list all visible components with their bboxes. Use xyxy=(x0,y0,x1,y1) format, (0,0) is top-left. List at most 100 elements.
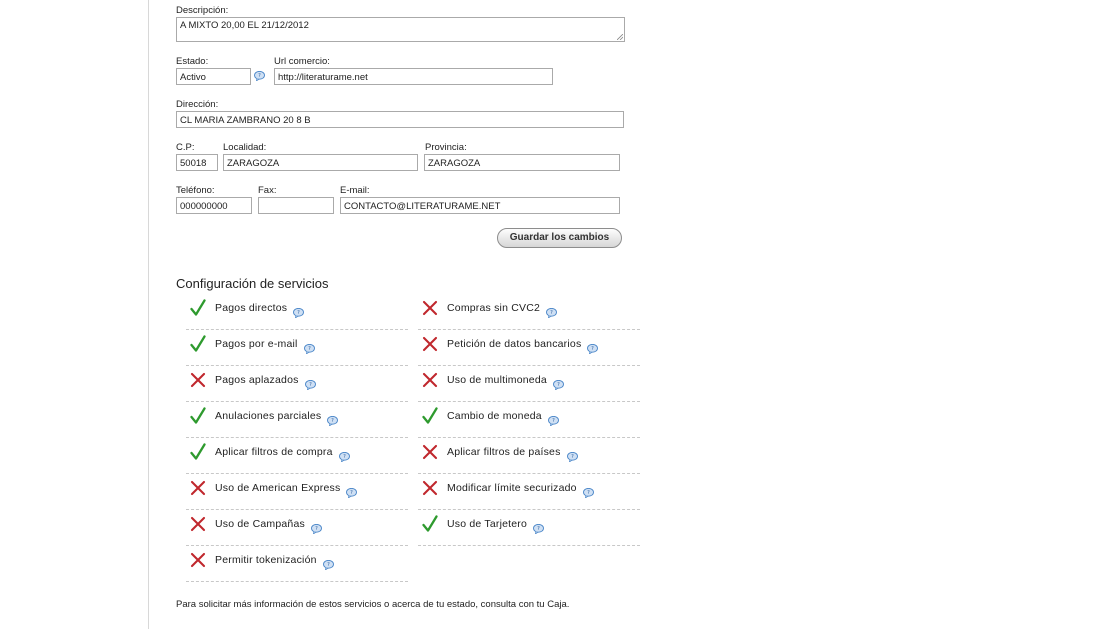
help-bubble-icon[interactable]: ? xyxy=(346,488,358,498)
svg-text:?: ? xyxy=(315,526,318,532)
service-row: Modificar límite securizado? xyxy=(418,474,640,510)
service-row: Uso de American Express? xyxy=(186,474,408,510)
svg-text:?: ? xyxy=(327,562,330,568)
cross-icon xyxy=(190,480,206,496)
svg-text:?: ? xyxy=(552,418,555,424)
check-icon xyxy=(190,335,206,352)
help-bubble-icon[interactable]: ? xyxy=(311,524,322,534)
svg-text:?: ? xyxy=(258,73,261,79)
telefono-value: 000000000 xyxy=(180,201,228,212)
cross-icon xyxy=(190,516,206,532)
service-name: Pagos directos xyxy=(215,302,288,314)
svg-text:?: ? xyxy=(592,346,595,352)
service-name: Compras sin CVC2 xyxy=(447,302,541,314)
svg-text:?: ? xyxy=(351,490,354,496)
service-row: Pagos aplazados? xyxy=(186,366,408,402)
help-bubble-icon[interactable]: ? xyxy=(327,416,339,426)
service-row: Uso de Campañas? xyxy=(186,510,408,546)
service-row: Aplicar filtros de países? xyxy=(418,438,640,474)
service-row: Uso de multimoneda? xyxy=(418,366,640,402)
resize-grip-icon[interactable] xyxy=(617,34,623,40)
cross-icon xyxy=(422,336,438,352)
service-name: Uso de American Express xyxy=(215,482,341,494)
check-icon xyxy=(190,443,206,460)
cross-icon xyxy=(422,372,438,388)
svg-text:?: ? xyxy=(343,454,346,460)
localidad-value: ZARAGOZA xyxy=(227,158,280,169)
cross-icon xyxy=(190,372,206,388)
estado-field[interactable]: Activo xyxy=(176,68,251,85)
svg-text:?: ? xyxy=(308,346,311,352)
cp-value: 50018 xyxy=(180,158,207,169)
help-bubble-icon[interactable]: ? xyxy=(338,452,350,462)
estado-label: Estado: xyxy=(176,56,209,67)
svg-text:?: ? xyxy=(587,490,590,496)
help-bubble-icon[interactable]: ? xyxy=(304,380,316,390)
help-bubble-icon[interactable]: ? xyxy=(322,560,334,570)
service-name: Aplicar filtros de compra xyxy=(215,446,333,458)
help-bubble-icon[interactable]: ? xyxy=(546,308,558,318)
telefono-label: Teléfono: xyxy=(176,185,215,196)
localidad-field[interactable]: ZARAGOZA xyxy=(223,154,418,171)
help-bubble-icon[interactable]: ? xyxy=(533,524,545,534)
email-field[interactable]: CONTACTO@LITERATURAME.NET xyxy=(340,197,620,214)
help-bubble-icon[interactable]: ? xyxy=(547,416,559,426)
service-name: Pagos aplazados xyxy=(215,374,299,386)
cross-icon xyxy=(422,444,438,460)
help-bubble-icon[interactable]: ? xyxy=(582,488,594,498)
email-value: CONTACTO@LITERATURAME.NET xyxy=(344,201,501,212)
provincia-label: Provincia: xyxy=(425,142,467,153)
service-row: Petición de datos bancarios? xyxy=(418,330,640,366)
footer-note: Para solicitar más información de estos … xyxy=(176,599,570,610)
provincia-field[interactable]: ZARAGOZA xyxy=(424,154,620,171)
service-name: Anulaciones parciales xyxy=(215,410,322,422)
svg-text:?: ? xyxy=(550,310,553,316)
save-changes-button[interactable]: Guardar los cambios xyxy=(497,228,622,248)
service-name: Uso de Campañas xyxy=(215,518,305,530)
service-name: Cambio de moneda xyxy=(447,410,542,422)
service-name: Modificar límite securizado xyxy=(447,482,577,494)
descripcion-value: A MIXTO 20,00 EL 21/12/2012 xyxy=(180,20,309,31)
service-row: Pagos por e-mail? xyxy=(186,330,408,366)
help-bubble-icon[interactable]: ? xyxy=(293,308,305,318)
service-name: Uso de multimoneda xyxy=(447,374,547,386)
url-field[interactable]: http://literaturame.net xyxy=(274,68,553,85)
service-name: Uso de Tarjetero xyxy=(447,518,528,530)
help-bubble-icon[interactable]: ? xyxy=(254,71,265,81)
check-icon xyxy=(422,407,438,424)
service-row: Aplicar filtros de compra? xyxy=(186,438,408,474)
help-bubble-icon[interactable]: ? xyxy=(587,344,599,354)
check-icon xyxy=(190,407,206,424)
check-icon xyxy=(190,299,206,316)
localidad-label: Localidad: xyxy=(223,142,267,153)
service-row: Anulaciones parciales? xyxy=(186,402,408,438)
services-section-title: Configuración de servicios xyxy=(176,276,329,291)
help-bubble-icon[interactable]: ? xyxy=(303,344,315,354)
cross-icon xyxy=(422,480,438,496)
service-row: Permitir tokenización? xyxy=(186,546,408,582)
service-row: Uso de Tarjetero? xyxy=(418,510,640,546)
service-row: Cambio de moneda? xyxy=(418,402,640,438)
service-row: Pagos directos? xyxy=(186,294,408,330)
service-name: Aplicar filtros de países xyxy=(447,446,561,458)
content-divider xyxy=(148,0,149,629)
url-value: http://literaturame.net xyxy=(278,72,368,83)
direccion-label: Dirección: xyxy=(176,99,219,110)
cp-label: C.P: xyxy=(176,142,195,153)
help-bubble-icon[interactable]: ? xyxy=(566,452,578,462)
svg-text:?: ? xyxy=(297,310,300,316)
direccion-field[interactable]: CL MARIA ZAMBRANO 20 8 B xyxy=(176,111,624,128)
svg-text:?: ? xyxy=(537,526,540,532)
svg-text:?: ? xyxy=(309,382,312,388)
telefono-field[interactable]: 000000000 xyxy=(176,197,252,214)
direccion-value: CL MARIA ZAMBRANO 20 8 B xyxy=(180,115,311,126)
svg-text:?: ? xyxy=(332,418,335,424)
cp-field[interactable]: 50018 xyxy=(176,154,218,171)
cross-icon xyxy=(190,552,206,568)
service-name: Petición de datos bancarios xyxy=(447,338,582,350)
descripcion-textarea[interactable]: A MIXTO 20,00 EL 21/12/2012 xyxy=(176,17,625,42)
fax-field[interactable] xyxy=(258,197,334,214)
help-bubble-icon[interactable]: ? xyxy=(552,380,564,390)
email-label: E-mail: xyxy=(340,185,370,196)
service-name: Permitir tokenización xyxy=(215,554,317,566)
